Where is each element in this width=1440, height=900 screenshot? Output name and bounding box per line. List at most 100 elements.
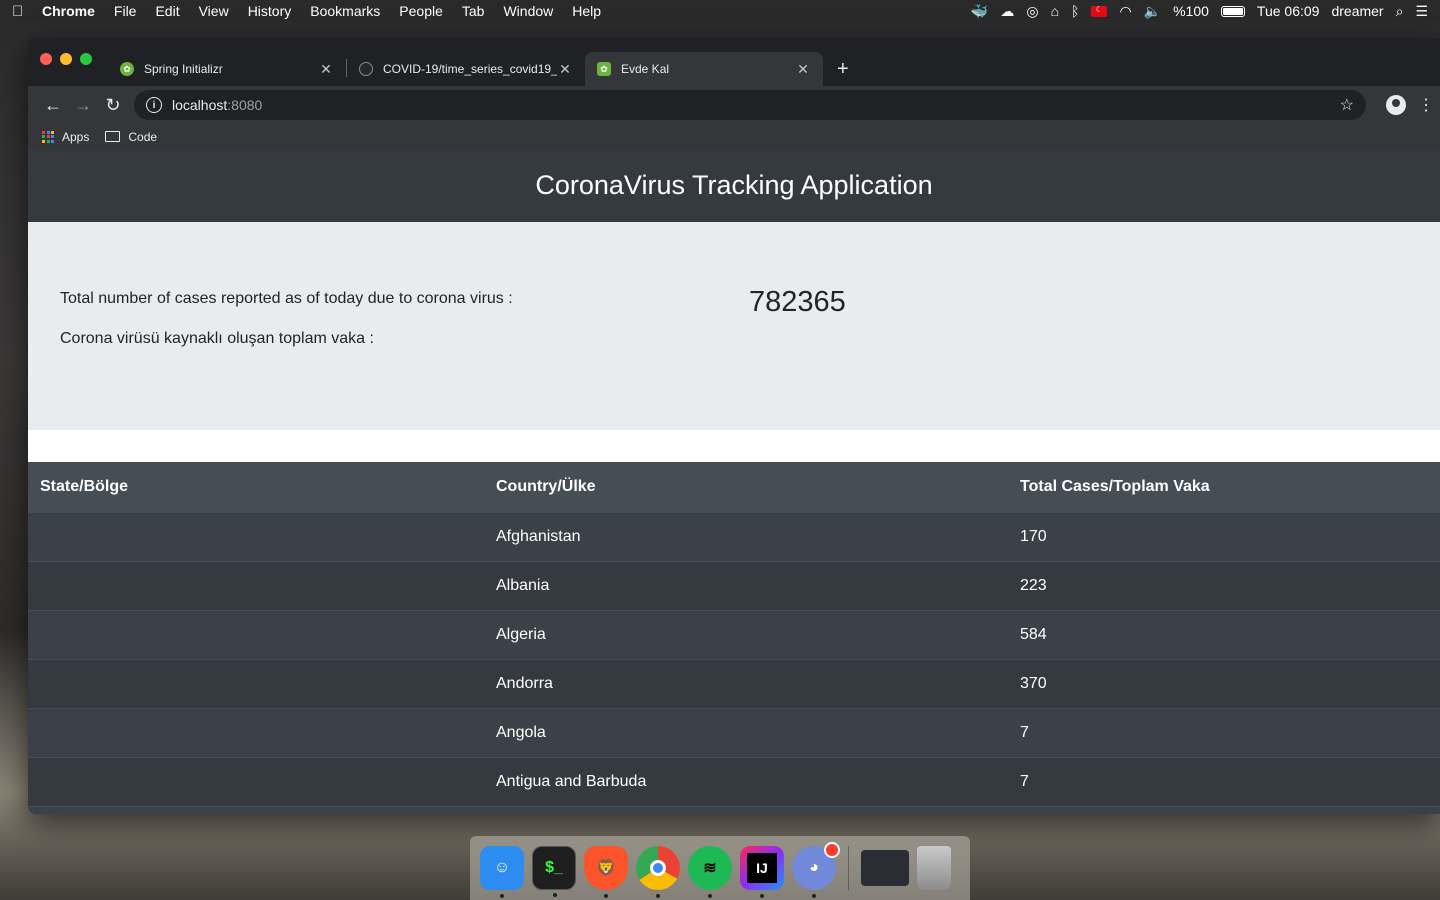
sync-icon[interactable]: ◎	[1026, 3, 1038, 20]
tab-covid-github[interactable]: COVID-19/time_series_covid19_c ✕	[347, 52, 585, 86]
user-name[interactable]: dreamer	[1331, 3, 1383, 19]
spotlight-search-icon[interactable]: ⌕	[1396, 3, 1404, 20]
close-tab-icon[interactable]: ✕	[795, 61, 811, 78]
table-row: Antigua and Barbuda 7	[28, 757, 1440, 806]
new-tab-button[interactable]: +	[823, 52, 863, 86]
bookmark-apps[interactable]: Apps	[42, 130, 89, 144]
notification-center-icon[interactable]: ☰	[1415, 3, 1428, 20]
close-tab-icon[interactable]: ✕	[557, 61, 573, 78]
browser-toolbar: ← → ↻ i localhost :8080 ☆ ⋮	[28, 86, 1440, 124]
macos-dock: ☺ $_ 🦁 ≋ IJ ◕	[470, 836, 970, 900]
window-controls	[40, 53, 92, 65]
notification-badge	[824, 842, 840, 858]
menu-file[interactable]: File	[114, 3, 137, 19]
menu-app-name[interactable]: Chrome	[42, 3, 95, 19]
trash-icon[interactable]	[917, 846, 951, 890]
tab-evde-kal[interactable]: ✿ Evde Kal ✕	[585, 52, 823, 86]
minimize-window-button[interactable]	[60, 53, 72, 65]
tab-strip: ✿ Spring Initializr ✕ COVID-19/time_seri…	[28, 38, 1440, 86]
tab-title: COVID-19/time_series_covid19_c	[383, 62, 557, 76]
table-row	[28, 806, 1440, 814]
menu-people[interactable]: People	[399, 3, 443, 19]
minimized-window-icon[interactable]	[861, 850, 909, 886]
spring-icon: ✿	[597, 62, 611, 76]
wifi-icon[interactable]: ◠	[1119, 3, 1131, 20]
menu-bookmarks[interactable]: Bookmarks	[310, 3, 380, 19]
back-arrow-icon[interactable]: ←	[38, 95, 68, 116]
running-indicator	[604, 894, 608, 898]
table-row: Andorra 370	[28, 659, 1440, 708]
brave-icon[interactable]: 🦁	[584, 846, 628, 898]
close-tab-icon[interactable]: ✕	[318, 61, 334, 78]
menubar-status-area: 🐳 ☁ ◎ ⌂ ᛒ ◠ 🔈 %100 Tue 06:09 dreamer ⌕ ☰	[971, 3, 1428, 20]
cell-country: Andorra	[496, 674, 553, 692]
spotify-icon[interactable]: ≋	[688, 846, 732, 898]
cell-cases: 584	[1020, 625, 1047, 643]
summary-text-tr: Corona virüsü kaynaklı oluşan toplam vak…	[60, 330, 374, 347]
menu-help[interactable]: Help	[572, 3, 601, 19]
docker-icon[interactable]: 🐳	[971, 3, 988, 20]
menu-tab[interactable]: Tab	[462, 3, 485, 19]
vpn-icon[interactable]: ⌂	[1051, 3, 1059, 19]
menu-edit[interactable]: Edit	[155, 3, 179, 19]
bookmark-star-icon[interactable]: ☆	[1340, 95, 1354, 115]
zoom-window-button[interactable]	[80, 53, 92, 65]
volume-icon[interactable]: 🔈	[1144, 3, 1161, 20]
cell-state	[28, 512, 484, 561]
bluetooth-icon[interactable]: ᛒ	[1071, 3, 1079, 19]
apps-grid-icon	[42, 130, 54, 143]
finder-icon[interactable]: ☺	[480, 846, 524, 898]
cell-country: Antigua and Barbuda	[496, 772, 647, 790]
macos-menubar:  Chrome File Edit View History Bookmark…	[0, 0, 1440, 22]
profile-avatar-icon[interactable]	[1386, 95, 1406, 115]
menu-history[interactable]: History	[248, 3, 292, 19]
table-row: Albania 223	[28, 561, 1440, 610]
tab-spring-initializr[interactable]: ✿ Spring Initializr ✕	[108, 52, 346, 86]
battery-icon[interactable]	[1220, 5, 1245, 17]
reload-icon[interactable]: ↻	[98, 95, 128, 116]
battery-percent[interactable]: %100	[1173, 3, 1209, 19]
chrome-icon[interactable]	[636, 846, 680, 898]
bookmark-code-folder[interactable]: Code	[105, 130, 157, 144]
table-row: Afghanistan 170	[28, 512, 1440, 561]
url-port: :8080	[227, 97, 263, 113]
cell-cases: 223	[1020, 576, 1047, 594]
header-total-cases: Total Cases/Toplam Vaka	[1020, 477, 1210, 495]
cell-cases: 7	[1020, 723, 1029, 741]
cell-country: Afghanistan	[496, 527, 581, 545]
tab-title: Spring Initializr	[144, 62, 223, 76]
spring-icon: ✿	[120, 62, 134, 76]
cell-state	[28, 610, 484, 659]
dock-separator	[848, 846, 849, 890]
cell-state	[28, 708, 484, 757]
cloud-icon[interactable]: ☁	[1000, 3, 1014, 20]
section-spacer	[28, 430, 1440, 462]
cell-country	[484, 806, 1008, 814]
table-header-row: State/Bölge Country/Ülke Total Cases/Top…	[28, 462, 1440, 512]
running-indicator	[553, 893, 557, 897]
table-row: Algeria 584	[28, 610, 1440, 659]
cell-cases: 7	[1020, 772, 1029, 790]
tab-title: Evde Kal	[621, 62, 670, 76]
address-bar[interactable]: i localhost :8080 ☆	[134, 90, 1366, 120]
cell-cases: 370	[1020, 674, 1047, 692]
intellij-icon[interactable]: IJ	[740, 846, 784, 898]
site-info-icon[interactable]: i	[146, 97, 162, 113]
discord-icon[interactable]: ◕	[792, 842, 840, 898]
menu-view[interactable]: View	[199, 3, 229, 19]
input-source-flag-icon[interactable]	[1091, 5, 1108, 17]
clock[interactable]: Tue 06:09	[1257, 3, 1320, 19]
summary-jumbotron: Total number of cases reported as of tod…	[28, 222, 1440, 430]
chrome-menu-icon[interactable]: ⋮	[1418, 95, 1434, 115]
running-indicator	[708, 894, 712, 898]
table-row: Angola 7	[28, 708, 1440, 757]
cell-state	[28, 806, 484, 814]
apple-menu-icon[interactable]: 	[12, 3, 42, 20]
forward-arrow-icon[interactable]: →	[68, 95, 98, 116]
summary-text-en: Total number of cases reported as of tod…	[60, 290, 513, 307]
terminal-icon[interactable]: $_	[532, 846, 576, 897]
menu-window[interactable]: Window	[503, 3, 553, 19]
cell-country: Albania	[496, 576, 550, 594]
close-window-button[interactable]	[40, 53, 52, 65]
header-state: State/Bölge	[40, 477, 129, 495]
